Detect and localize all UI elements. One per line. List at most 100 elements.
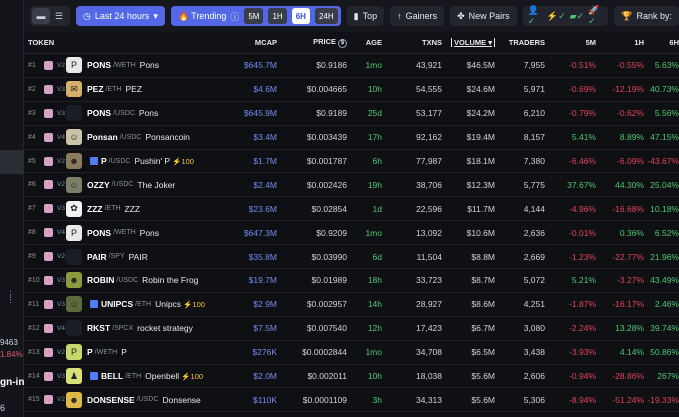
chain-icon: [44, 395, 53, 405]
rank-label: #5: [28, 157, 36, 165]
header-1h[interactable]: 1H: [596, 38, 644, 47]
top-button[interactable]: ▮ Top: [346, 6, 385, 26]
age-cell: 1mo: [365, 227, 382, 238]
traders-cell: 2,606: [523, 371, 545, 382]
header-5m[interactable]: 5M: [549, 38, 596, 47]
mcap-cell: $2.0M: [253, 371, 277, 382]
volume-cell: $6.5M: [471, 347, 495, 358]
volume-cell: $6.7M: [471, 323, 495, 334]
trending-group: 🔥 Trending ⓘ 5M 1H 6H 24H: [170, 6, 341, 26]
volume-cell: $46.5M: [466, 60, 495, 71]
token-logo-icon: ☻: [66, 391, 82, 408]
info-icon[interactable]: ⓘ: [230, 10, 239, 23]
list-view-icon[interactable]: ▬: [32, 8, 50, 24]
txns-cell: 28,927: [416, 299, 442, 310]
gainers-label: Gainers: [405, 11, 438, 21]
table-row[interactable]: #6 V2 ☺ OZZY/USDC The Joker $2.4M $0.002426 19h…: [24, 173, 679, 198]
change-5m-cell: 5.41%: [571, 132, 596, 143]
table-row[interactable]: #2 V3 ✉ PEZ/ETH PEZ $4.6M $0.004665 10h 54,555 $2…: [24, 78, 679, 102]
traders-cell: 7,955: [523, 60, 545, 71]
boost-icon: [90, 372, 98, 381]
change-1h-cell: -51.24%: [612, 394, 644, 405]
quote-pair: /ETH: [125, 372, 142, 380]
change-1h-cell: -16.17%: [612, 299, 644, 310]
chain-icon: [44, 275, 53, 285]
token-logo-icon: P: [66, 57, 82, 74]
header-volume[interactable]: VOLUME ▾: [442, 38, 495, 47]
timeframe-1h[interactable]: 1H: [268, 8, 287, 24]
header-price[interactable]: PRICE $: [277, 37, 347, 48]
change-1h-cell: 44.30%: [615, 179, 644, 190]
flame-icon: 🔥: [177, 10, 190, 21]
header-traders[interactable]: TRADERS: [495, 38, 549, 47]
quote-pair: /WETH: [94, 348, 118, 356]
grid-view-icon[interactable]: ☰: [50, 8, 68, 24]
volume-cell: $24.6M: [466, 84, 495, 95]
mcap-cell: $7.5M: [253, 323, 277, 334]
token-symbol: PAIR: [87, 251, 107, 262]
volume-cell: $11.7M: [467, 203, 495, 214]
table-row[interactable]: #14 V3 ♟ BELL/ETH Openbell ⚡100 $2.0M $0.002011…: [24, 365, 679, 389]
table-row[interactable]: #5 V2 ☻ P/USDC Pushin' P ⚡100 $1.7M $0.001787 6h…: [24, 150, 679, 174]
table-row[interactable]: #10 V3 ☻ ROBIN/USDC Robin the Frog $19.7M $0.0…: [24, 269, 679, 293]
price-cell: $0.01989: [311, 275, 347, 286]
new-pairs-button[interactable]: ✤ New Pairs: [450, 6, 517, 26]
table-row[interactable]: #8 V4 P PONS/WETH Pons $647.3M $0.9209 1mo 13,09…: [24, 221, 679, 246]
change-6h-cell: 50.86%: [650, 347, 679, 358]
table-row[interactable]: #7 V3 ✿ ZZZ/ETH ZZZ $23.6M $0.02854 1d 22,596 $11…: [24, 197, 679, 222]
header-age[interactable]: AGE: [347, 38, 382, 47]
txns-cell: 11,504: [416, 251, 442, 262]
chain-icon: [44, 252, 53, 262]
rank-label: #7: [28, 205, 36, 213]
header-token[interactable]: TOKEN: [24, 38, 219, 47]
change-6h-cell: 39.74%: [650, 323, 679, 334]
header-mcap[interactable]: MCAP: [219, 38, 277, 47]
txns-cell: 77,987: [416, 156, 442, 166]
user-filter-icon[interactable]: 👤✓: [528, 5, 543, 27]
volume-cell: $5.6M: [471, 394, 495, 405]
time-range-button[interactable]: ◷ Last 24 hours ▾: [76, 6, 165, 26]
drag-handle-icon[interactable]: ⋮ ⋮: [6, 290, 16, 304]
timeframe-5m[interactable]: 5M: [244, 8, 264, 24]
trending-label[interactable]: Trending: [191, 11, 226, 21]
age-cell: 19h: [367, 179, 382, 190]
sign-in-link[interactable]: gn-in: [0, 377, 24, 388]
age-cell: 12h: [367, 323, 382, 334]
boost-count: 100: [190, 371, 204, 381]
rank-by-button[interactable]: 🏆 Rank by:: [614, 6, 679, 26]
age-cell: 18h: [367, 275, 382, 286]
dex-version: V2: [57, 396, 65, 404]
table-row[interactable]: #15 V2 ☻ DONSENSE/USDC Donsense $110K $0.00011…: [24, 388, 679, 413]
table-row[interactable]: #11 V3 ☺ UNIPCS/ETH Unipcs ⚡100 $2.9M $0.002957…: [24, 293, 679, 317]
table-row[interactable]: #12 V4 ♞ RKST/SPCX rocket strategy $7.5M $0.00…: [24, 317, 679, 341]
volume-cell: $24.2M: [466, 108, 495, 119]
header-txns[interactable]: TXNS: [382, 38, 442, 47]
timeframe-24h[interactable]: 24H: [314, 8, 338, 24]
table-row[interactable]: #3 V3 ∩ PONS/USDC Pons $645.9M $0.9189 25d 53,17…: [24, 102, 679, 126]
currency-toggle-icon[interactable]: $: [338, 39, 347, 48]
traders-cell: 8,157: [523, 132, 545, 143]
rank-label: #13: [28, 348, 40, 356]
timeframe-6h[interactable]: 6H: [291, 8, 310, 24]
change-1h-cell: -28.86%: [612, 371, 644, 382]
rocket-filter-icon[interactable]: 🚀✓: [588, 5, 603, 27]
token-symbol: BELL: [101, 371, 124, 382]
ad-filter-icon[interactable]: ▰✓: [570, 11, 584, 22]
chain-icon: [44, 347, 53, 357]
quote-pair: /SPY: [108, 253, 125, 261]
new-pairs-label: New Pairs: [468, 11, 510, 21]
mcap-cell: $3.4M: [253, 132, 277, 143]
table-row[interactable]: #1 V2 P PONS/WETH Pons $645.7M $0.9186 1mo 43,92…: [24, 54, 679, 78]
table-row[interactable]: #9 V2 ☾ PAIR/SPY PAIR $35.8M $0.03990 6d 11,504 $…: [24, 245, 679, 270]
header-6h[interactable]: 6H: [644, 38, 679, 47]
bolt-filter-icon[interactable]: ⚡✓: [547, 11, 566, 22]
table-row[interactable]: #4 V4 ☺ Ponsan/USDC Ponsancoin $3.4M $0.003439…: [24, 126, 679, 150]
chain-icon: [44, 156, 53, 166]
sidebar-active-item[interactable]: [0, 150, 24, 174]
boost-badge: ⚡100: [181, 371, 204, 381]
dex-version: V3: [57, 109, 65, 117]
table-row[interactable]: #13 V2 P P/WETH P $276K $0.0002844 1mo 34,708 $6.…: [24, 341, 679, 365]
token-logo-icon: ✿: [66, 200, 82, 217]
gainers-button[interactable]: ↑ Gainers: [390, 6, 445, 26]
token-name: The Joker: [137, 179, 176, 190]
